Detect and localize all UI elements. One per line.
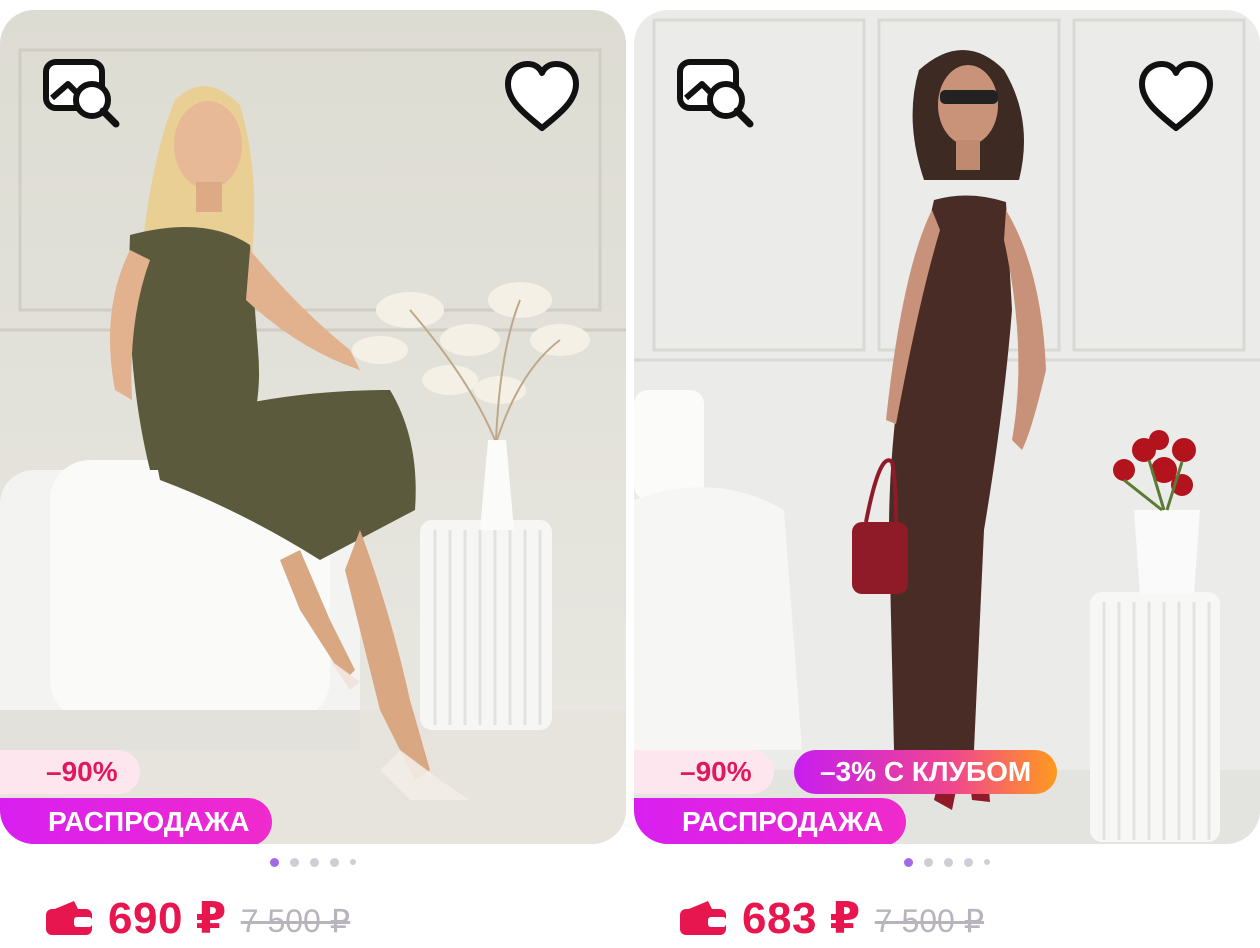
old-price: 7 500 ₽ — [240, 903, 351, 939]
product-photo[interactable]: –90% –3% С КЛУБОМ РАСПРОДАЖА — [634, 10, 1260, 844]
pagination-dot[interactable] — [350, 859, 356, 865]
image-pagination — [270, 857, 356, 867]
wallet-icon — [680, 901, 726, 935]
discount-badge: –90% — [634, 750, 774, 794]
pagination-dot[interactable] — [310, 857, 319, 867]
image-search-icon — [677, 59, 754, 128]
heart-outline-icon — [505, 61, 579, 131]
pagination-dot[interactable] — [330, 857, 339, 867]
image-search-icon — [43, 59, 120, 128]
image-search-button[interactable] — [674, 54, 758, 138]
sale-badge: РАСПРОДАЖА — [634, 798, 906, 844]
product-card[interactable]: –90% РАСПРОДАЖА 690 ₽ 7 500 ₽ — [0, 10, 626, 944]
current-price: 690 ₽ — [108, 893, 227, 943]
price-row: 683 ₽ 7 500 ₽ — [678, 890, 984, 946]
pagination-dot[interactable] — [964, 857, 973, 867]
favorite-button[interactable] — [1134, 54, 1218, 138]
club-discount-badge: –3% С КЛУБОМ — [794, 750, 1058, 794]
heart-outline-icon — [1139, 61, 1213, 131]
favorite-button[interactable] — [500, 54, 584, 138]
pagination-dot[interactable] — [924, 857, 933, 867]
product-card[interactable]: –90% –3% С КЛУБОМ РАСПРОДАЖА 683 ₽ 7 500… — [634, 10, 1260, 944]
pagination-dot[interactable] — [944, 857, 953, 867]
sale-badge: РАСПРОДАЖА — [0, 798, 272, 844]
discount-badge: –90% — [0, 750, 140, 794]
current-price: 683 ₽ — [742, 893, 861, 943]
wallet-icon — [46, 901, 92, 935]
pagination-dot-active[interactable] — [904, 857, 913, 867]
pagination-dot[interactable] — [984, 859, 990, 865]
old-price: 7 500 ₽ — [874, 903, 985, 939]
pagination-dot-active[interactable] — [270, 857, 279, 867]
image-search-button[interactable] — [40, 54, 124, 138]
pagination-dot[interactable] — [290, 857, 299, 867]
image-pagination — [904, 857, 990, 867]
product-photo[interactable]: –90% РАСПРОДАЖА — [0, 10, 626, 844]
price-row: 690 ₽ 7 500 ₽ — [44, 890, 350, 946]
